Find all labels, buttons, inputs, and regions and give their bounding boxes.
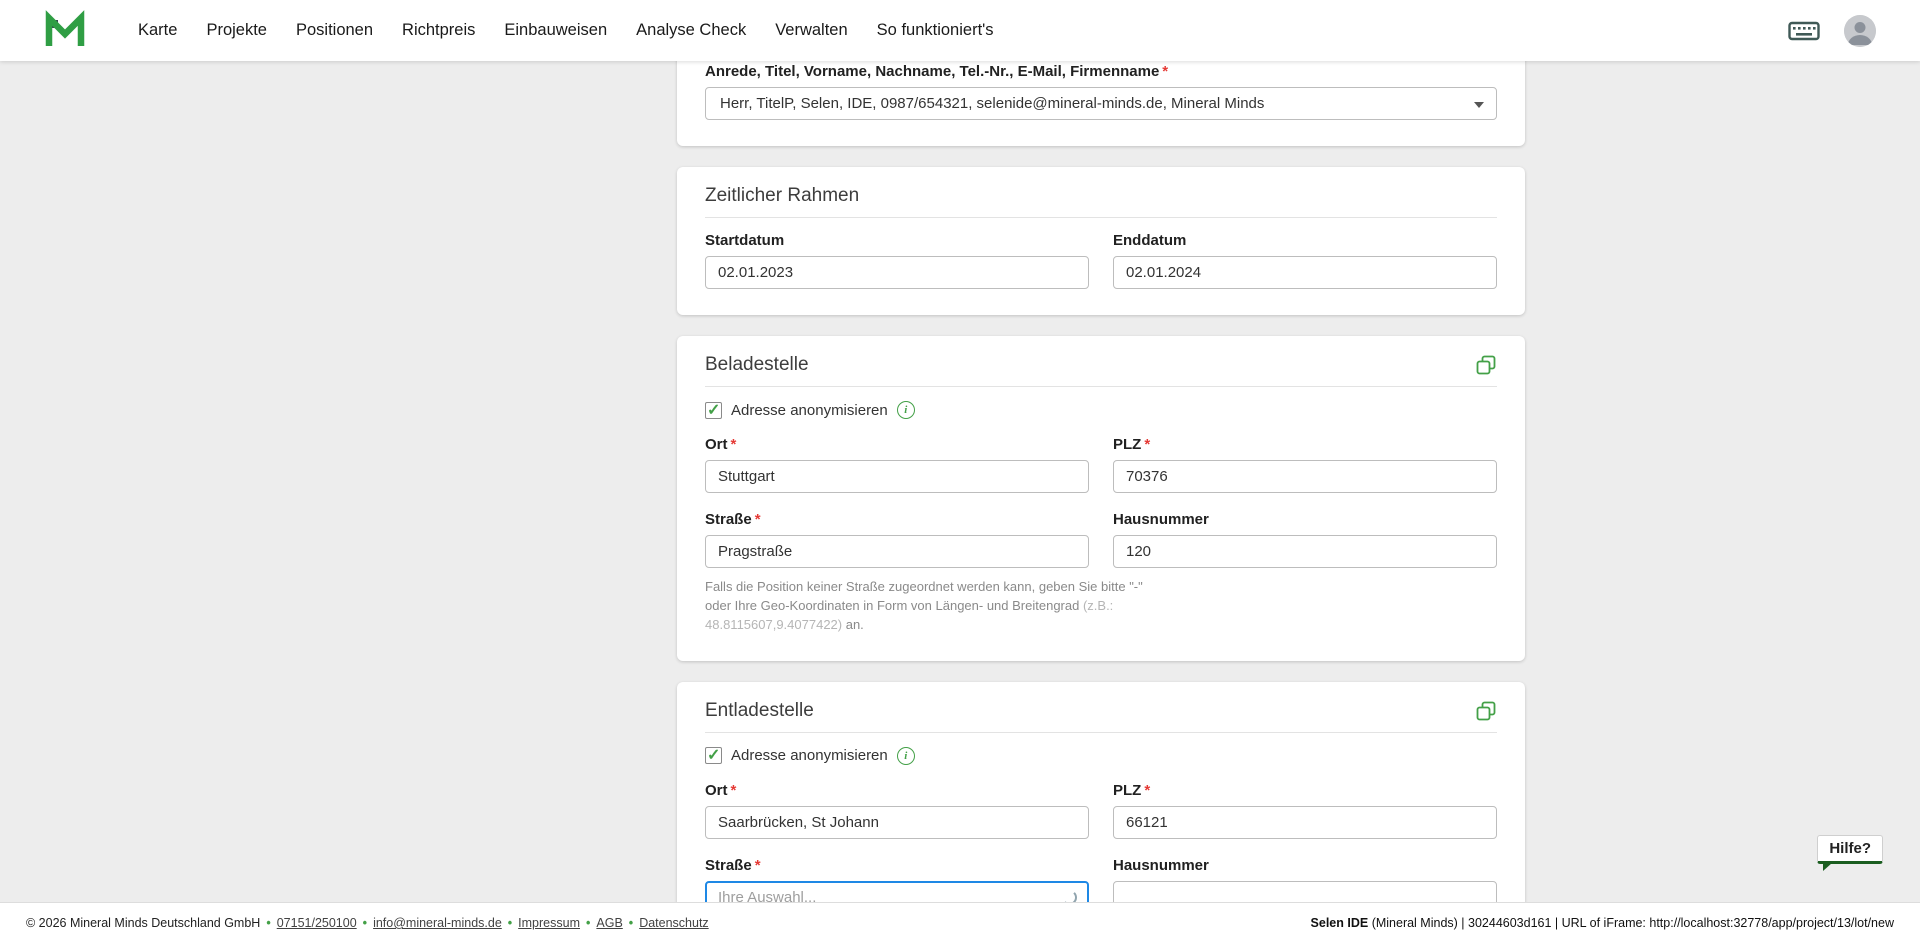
ort-input[interactable] bbox=[705, 806, 1089, 839]
enddate-input[interactable] bbox=[1113, 256, 1497, 289]
startdate-field: Startdatum bbox=[705, 232, 1089, 289]
ort-field: Ort* bbox=[705, 782, 1089, 839]
hausnummer-label: Hausnummer bbox=[1113, 511, 1497, 528]
hausnummer-field: Hausnummer bbox=[1113, 511, 1497, 568]
unloading-point-card: Entladestelle Adresse anonymisieren i Or… bbox=[677, 682, 1525, 940]
nav-item-positionen[interactable]: Positionen bbox=[296, 15, 373, 46]
footer-left: © 2026 Mineral Minds Deutschland GmbH • … bbox=[26, 916, 709, 930]
hausnummer-label: Hausnummer bbox=[1113, 857, 1497, 874]
timeframe-card-title: Zeitlicher Rahmen bbox=[705, 185, 1497, 207]
info-icon[interactable]: i bbox=[897, 401, 915, 419]
timeframe-card: Zeitlicher Rahmen Startdatum Enddatum bbox=[677, 167, 1525, 315]
nav-item-richtpreis[interactable]: Richtpreis bbox=[402, 15, 475, 46]
required-marker: * bbox=[755, 511, 761, 528]
chevron-down-icon bbox=[1474, 102, 1484, 108]
startdate-label: Startdatum bbox=[705, 232, 1089, 249]
footer-link-datenschutz[interactable]: Datenschutz bbox=[639, 916, 708, 930]
nav-item-verwalten[interactable]: Verwalten bbox=[775, 15, 847, 46]
separator-dot: • bbox=[586, 916, 590, 930]
required-marker: * bbox=[755, 857, 761, 874]
divider bbox=[705, 732, 1497, 733]
anonymize-row: Adresse anonymisieren i bbox=[705, 401, 1497, 419]
required-marker: * bbox=[1162, 63, 1168, 80]
plz-input[interactable] bbox=[1113, 460, 1497, 493]
separator-dot: • bbox=[363, 916, 367, 930]
ort-label: Ort* bbox=[705, 436, 1089, 453]
required-marker: * bbox=[1144, 436, 1150, 453]
brand-logo-icon[interactable] bbox=[44, 10, 86, 52]
help-button[interactable]: Hilfe? bbox=[1817, 835, 1883, 864]
plz-label: PLZ* bbox=[1113, 782, 1497, 799]
page: Karte Projekte Positionen Richtpreis Ein… bbox=[0, 0, 1920, 943]
required-marker: * bbox=[1144, 782, 1150, 799]
user-avatar[interactable] bbox=[1844, 15, 1876, 47]
strasse-label: Straße* bbox=[705, 857, 1089, 874]
nav-item-einbauweisen[interactable]: Einbauweisen bbox=[504, 15, 607, 46]
plz-input[interactable] bbox=[1113, 806, 1497, 839]
contact-select-value: Herr, TitelP, Selen, IDE, 0987/654321, s… bbox=[720, 95, 1264, 112]
copy-icon[interactable] bbox=[1475, 354, 1497, 376]
anonymize-row: Adresse anonymisieren i bbox=[705, 747, 1497, 765]
hausnummer-input[interactable] bbox=[1113, 535, 1497, 568]
separator-dot: • bbox=[266, 916, 270, 930]
divider bbox=[705, 386, 1497, 387]
strasse-input[interactable] bbox=[705, 535, 1089, 568]
footer-user: Selen IDE bbox=[1311, 916, 1369, 930]
nav-item-analyse-check[interactable]: Analyse Check bbox=[636, 15, 746, 46]
required-marker: * bbox=[731, 782, 737, 799]
navbar-right bbox=[1788, 15, 1876, 47]
separator-dot: • bbox=[508, 916, 512, 930]
anonymize-checkbox[interactable] bbox=[705, 402, 722, 419]
copy-icon[interactable] bbox=[1475, 700, 1497, 722]
footer-session-info: Selen IDE (Mineral Minds) | 30244603d161… bbox=[1311, 916, 1894, 930]
copyright-text: © 2026 Mineral Minds Deutschland GmbH bbox=[26, 916, 260, 930]
contact-select[interactable]: Herr, TitelP, Selen, IDE, 0987/654321, s… bbox=[705, 87, 1497, 120]
loading-point-card: Beladestelle Adresse anonymisieren i Ort… bbox=[677, 336, 1525, 661]
footer-session-details: (Mineral Minds) | 30244603d161 | URL of … bbox=[1368, 916, 1894, 930]
main-navigation: Karte Projekte Positionen Richtpreis Ein… bbox=[138, 15, 994, 46]
ort-label: Ort* bbox=[705, 782, 1089, 799]
footer-link-impressum[interactable]: Impressum bbox=[518, 916, 580, 930]
anonymize-label: Adresse anonymisieren bbox=[731, 402, 888, 419]
footer-link-email[interactable]: info@mineral-minds.de bbox=[373, 916, 502, 930]
enddate-label: Enddatum bbox=[1113, 232, 1497, 249]
keyboard-icon[interactable] bbox=[1788, 20, 1820, 42]
startdate-input[interactable] bbox=[705, 256, 1089, 289]
anonymize-checkbox[interactable] bbox=[705, 747, 722, 764]
separator-dot: • bbox=[629, 916, 633, 930]
plz-field: PLZ* bbox=[1113, 782, 1497, 839]
top-navbar: Karte Projekte Positionen Richtpreis Ein… bbox=[0, 0, 1920, 61]
info-icon[interactable]: i bbox=[897, 747, 915, 765]
required-marker: * bbox=[731, 436, 737, 453]
enddate-field: Enddatum bbox=[1113, 232, 1497, 289]
nav-item-projekte[interactable]: Projekte bbox=[206, 15, 267, 46]
anonymize-label: Adresse anonymisieren bbox=[731, 747, 888, 764]
strasse-field: Straße* bbox=[705, 511, 1089, 568]
plz-label: PLZ* bbox=[1113, 436, 1497, 453]
ort-input[interactable] bbox=[705, 460, 1089, 493]
main-content: Anrede, Titel, Vorname, Nachname, Tel.-N… bbox=[677, 61, 1525, 943]
nav-item-karte[interactable]: Karte bbox=[138, 15, 177, 46]
footer: © 2026 Mineral Minds Deutschland GmbH • … bbox=[0, 902, 1920, 943]
plz-field: PLZ* bbox=[1113, 436, 1497, 493]
footer-link-phone[interactable]: 07151/250100 bbox=[277, 916, 357, 930]
unloading-point-title: Entladestelle bbox=[705, 700, 814, 722]
ort-field: Ort* bbox=[705, 436, 1089, 493]
strasse-label: Straße* bbox=[705, 511, 1089, 528]
strasse-help-text: Falls die Position keiner Straße zugeord… bbox=[705, 578, 1153, 635]
loading-point-title: Beladestelle bbox=[705, 354, 809, 376]
nav-item-so-funktionierts[interactable]: So funktioniert's bbox=[877, 15, 994, 46]
contact-select-label: Anrede, Titel, Vorname, Nachname, Tel.-N… bbox=[705, 63, 1497, 80]
divider bbox=[705, 217, 1497, 218]
footer-link-agb[interactable]: AGB bbox=[596, 916, 622, 930]
